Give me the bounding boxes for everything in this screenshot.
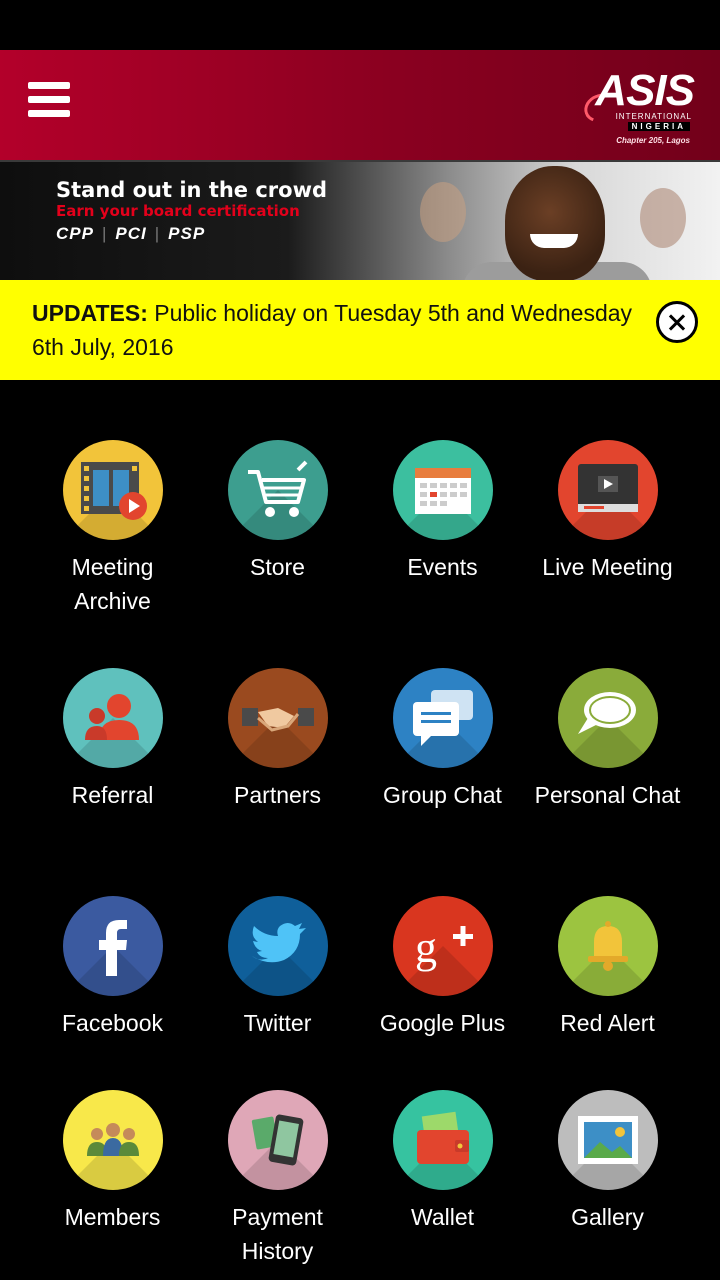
close-updates-icon[interactable] [656,301,698,343]
certification-banner[interactable]: Stand out in the crowd Earn your board c… [0,160,720,280]
phone-cards-icon [251,1114,303,1166]
banner-subline: Earn your board certification [56,202,300,220]
tile-label: Google Plus [379,1010,506,1036]
banner-headline: Stand out in the crowd [56,178,328,202]
google-plus-icon: g [415,923,473,972]
tile-label: Personal Chat [534,782,681,808]
meeting-archive-circle [62,440,163,540]
tile-label: Gallery [571,1204,644,1230]
tile-label: Members [64,1204,161,1230]
tile-wallet[interactable]: Wallet [360,1090,525,1234]
video-monitor-icon [577,464,638,512]
tile-payment-history[interactable]: Payment History [195,1090,360,1268]
feature-grid: Meeting Archive Store Events Live Meetin… [0,380,720,1280]
tile-label: Store [250,554,305,580]
tile-facebook[interactable]: Facebook [30,896,195,1040]
tile-referral[interactable]: Referral [30,668,195,812]
tile-members[interactable]: Members [30,1090,195,1234]
tile-personal-chat[interactable]: Personal Chat [525,668,690,812]
tile-twitter[interactable]: Twitter [195,896,360,1040]
status-bar [0,0,720,50]
tile-label: Payment History [232,1204,323,1264]
tile-red-alert[interactable]: Red Alert [525,896,690,1040]
tile-gallery[interactable]: Gallery [525,1090,690,1234]
tile-partners[interactable]: Partners [195,668,360,812]
film-play-icon [80,462,147,520]
tile-label: Live Meeting [542,554,673,580]
updates-label: UPDATES: [32,300,148,326]
tile-label: Twitter [243,1010,312,1036]
tile-events[interactable]: Events [360,440,525,584]
updates-bar: UPDATES: Public holiday on Tuesday 5th a… [0,280,720,380]
tile-store[interactable]: Store [195,440,360,584]
tile-label: Red Alert [560,1010,655,1036]
shopping-cart-icon [247,460,307,517]
hamburger-menu-icon[interactable] [28,82,74,122]
svg-text:g: g [415,923,437,972]
tile-label: Wallet [410,1204,475,1230]
tile-meeting-archive[interactable]: Meeting Archive [30,440,195,618]
banner-certs: CPP | PCI | PSP [56,224,206,243]
calendar-icon [414,468,471,514]
handshake-icon [241,708,314,732]
tile-label: Partners [234,782,321,808]
tile-label: Events [407,554,478,580]
tile-google-plus[interactable]: g Google Plus [360,896,525,1040]
speech-bubble-icon [577,692,636,734]
app-bar: ASIS INTERNATIONAL NIGERIA Chapter 205, … [0,50,720,160]
referral-people-icon [84,694,139,740]
updates-text: UPDATES: Public holiday on Tuesday 5th a… [32,296,647,364]
facebook-icon [98,920,127,976]
members-group-icon [86,1123,139,1156]
picture-icon [577,1116,638,1164]
tile-label: Meeting Archive [71,554,154,614]
twitter-bird-icon [251,923,306,963]
banner-photo [505,166,605,280]
tile-label: Referral [71,782,154,808]
asis-logo: ASIS INTERNATIONAL NIGERIA Chapter 205, … [580,64,695,150]
tile-live-meeting[interactable]: Live Meeting [525,440,690,584]
bell-icon [587,921,628,971]
tile-label: Facebook [61,1010,163,1036]
chat-bubbles-icon [412,690,473,746]
tile-label: Group Chat [383,782,502,808]
tile-group-chat[interactable]: Group Chat [360,668,525,812]
wallet-icon [416,1111,469,1164]
